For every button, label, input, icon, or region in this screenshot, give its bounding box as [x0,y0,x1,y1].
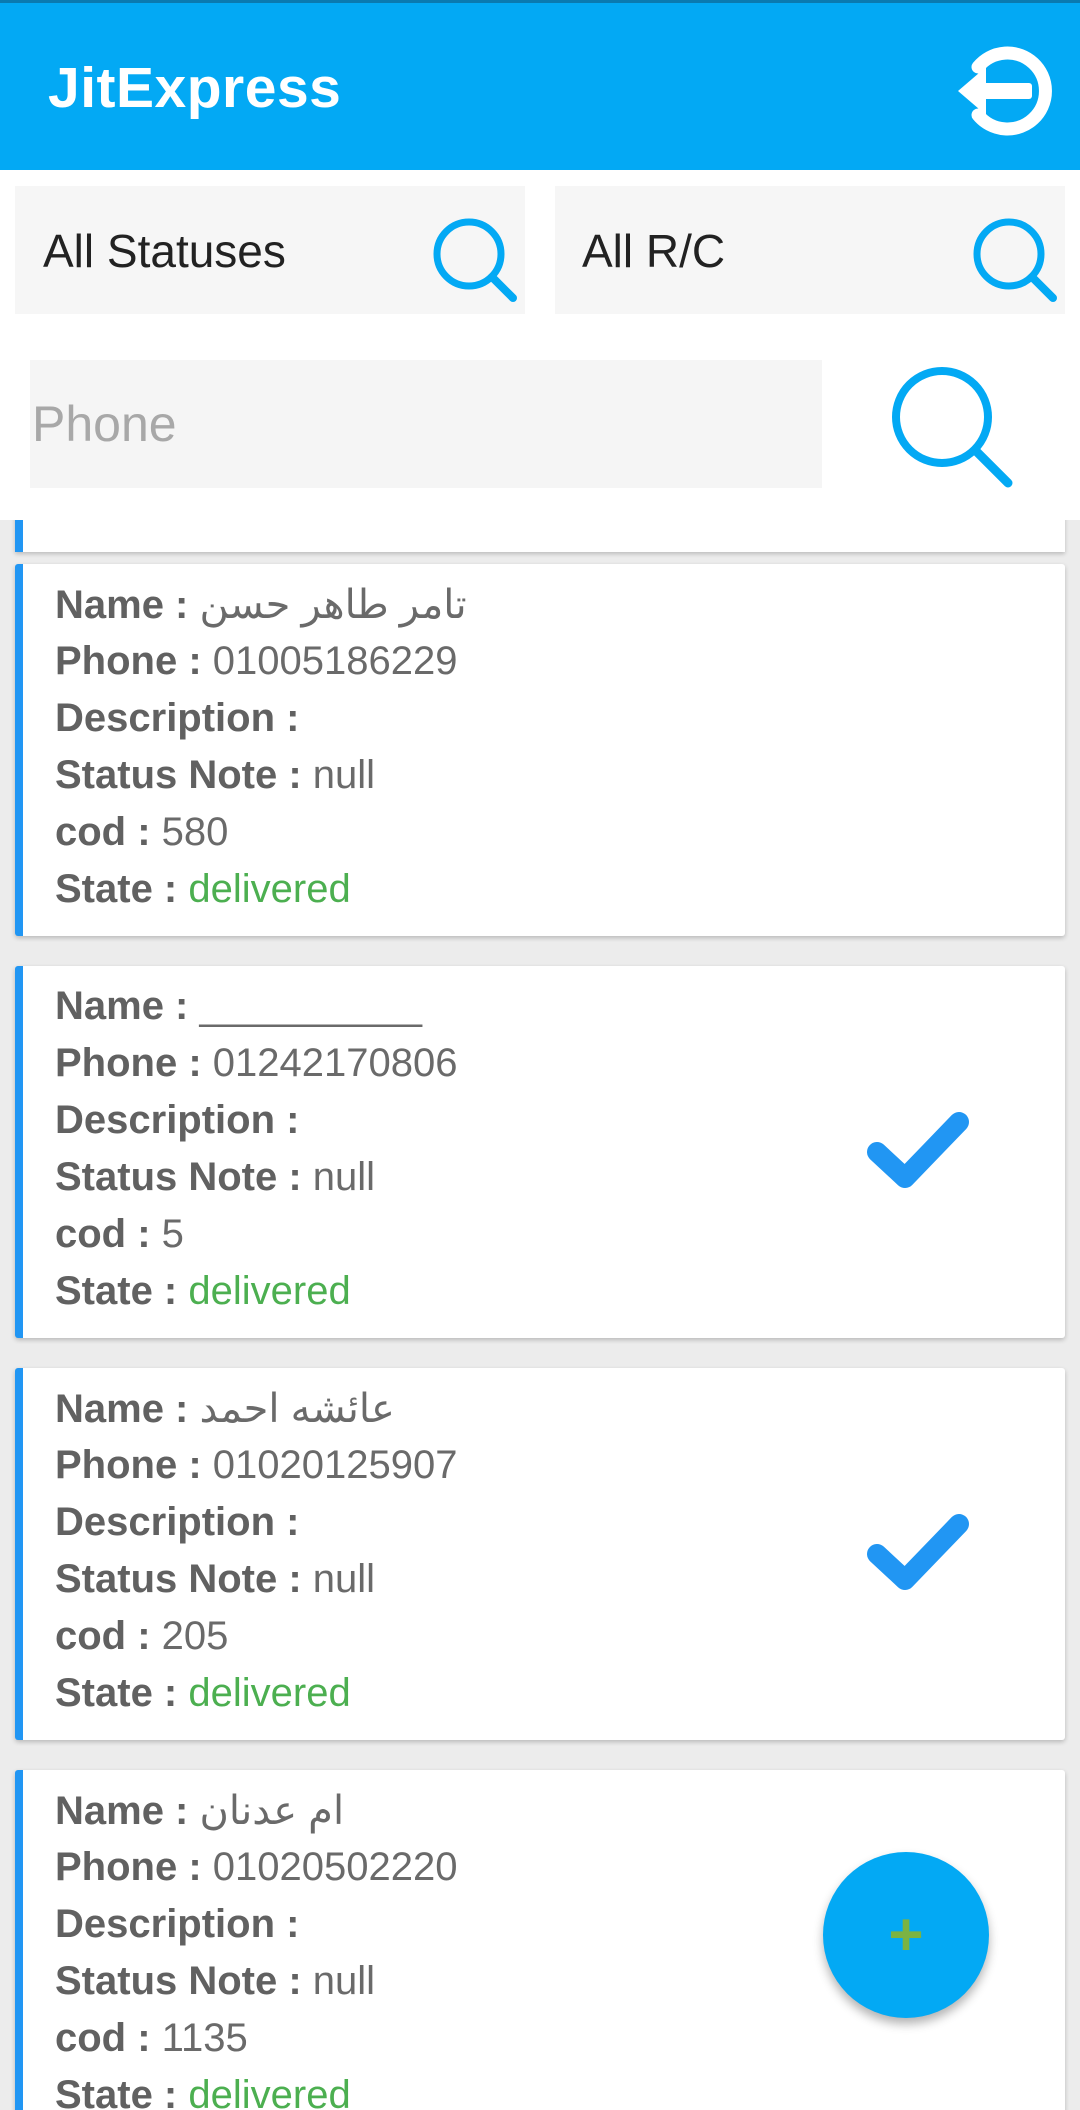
plus-icon: + [888,1901,924,1968]
order-state-row: State : delivered [55,1671,351,1716]
order-cod-row: cod : 580 [55,810,228,855]
status-note-label: Status Note : [55,753,313,797]
order-phone: 01005186229 [212,639,458,683]
check-icon[interactable] [863,1106,973,1196]
name-label: Name : [55,1789,200,1833]
phone-search-input[interactable] [30,360,822,488]
order-status-note: null [312,1959,376,2003]
logout-icon[interactable] [952,41,1052,141]
order-cod-row: cod : 205 [55,1614,228,1659]
order-card[interactable]: Name : تامر طاهر حسن Phone : 01005186229… [15,564,1065,936]
order-name-row: Name : تامر طاهر حسن [55,582,467,628]
cod-label: cod : [55,810,162,854]
phone-label: Phone : [55,639,213,683]
order-status-note: null [312,1557,376,1601]
order-state: delivered [188,2073,351,2110]
order-name: تامر طاهر حسن [199,583,467,627]
order-state-row: State : delivered [55,867,351,912]
order-status-note-row: Status Note : null [55,753,375,798]
filters-panel: All Statuses All R/C [0,170,1080,520]
order-state: delivered [188,1671,351,1715]
status-note-label: Status Note : [55,1959,313,2003]
description-label: Description : [55,696,300,740]
order-state-row: State : delivered [55,2073,351,2110]
order-phone-row: Phone : 01020125907 [55,1443,458,1488]
order-status-note-row: Status Note : null [55,1155,375,1200]
order-name-row: Name : __________ [55,984,422,1029]
search-icon[interactable] [880,355,1020,495]
rc-filter-value: All R/C [582,225,726,277]
order-phone-row: Phone : 01005186229 [55,639,458,684]
order-state: delivered [188,867,351,911]
status-note-label: Status Note : [55,1155,313,1199]
order-phone: 01020502220 [212,1845,458,1889]
status-note-label: Status Note : [55,1557,313,1601]
state-label: State : [55,1269,189,1313]
order-name: عائشه احمد [199,1387,395,1431]
cod-label: cod : [55,1614,162,1658]
order-state: delivered [188,1269,351,1313]
order-description-row: Description : [55,696,299,741]
order-status-note: null [312,753,376,797]
phone-label: Phone : [55,1845,213,1889]
order-status-note-row: Status Note : null [55,1959,375,2004]
order-description-row: Description : [55,1098,299,1143]
order-cod: 5 [161,1212,184,1256]
description-label: Description : [55,1902,300,1946]
state-label: State : [55,867,189,911]
order-phone: 01020125907 [212,1443,458,1487]
order-card[interactable]: Name : عائشه احمد Phone : 01020125907 De… [15,1368,1065,1740]
phone-label: Phone : [55,1041,213,1085]
order-description-row: Description : [55,1902,299,1947]
order-phone-row: Phone : 01020502220 [55,1845,458,1890]
order-status-note-row: Status Note : null [55,1557,375,1602]
search-icon[interactable] [965,210,1061,306]
order-name: ام عدنان [199,1789,345,1833]
order-status-note: null [312,1155,376,1199]
name-label: Name : [55,1387,200,1431]
add-order-button[interactable]: + [823,1852,989,2018]
order-cod-row: cod : 1135 [55,2016,248,2061]
name-label: Name : [55,583,200,627]
rc-filter[interactable]: All R/C [555,186,1065,314]
order-cod-row: cod : 5 [55,1212,184,1257]
name-label: Name : [55,984,200,1028]
cod-label: cod : [55,2016,162,2060]
cod-label: cod : [55,1212,162,1256]
list-item[interactable] [15,520,1065,552]
state-label: State : [55,1671,189,1715]
order-name-row: Name : ام عدنان [55,1788,344,1834]
order-cod: 580 [161,810,229,854]
order-cod: 1135 [161,2016,248,2060]
order-card[interactable]: Name : __________ Phone : 01242170806 De… [15,966,1065,1338]
status-filter-value: All Statuses [43,225,286,277]
order-phone: 01242170806 [212,1041,458,1085]
order-name: __________ [199,984,422,1028]
search-icon[interactable] [425,210,521,306]
app-title: JitExpress [48,56,342,120]
order-state-row: State : delivered [55,1269,351,1314]
order-phone-row: Phone : 01242170806 [55,1041,458,1086]
order-cod: 205 [161,1614,229,1658]
description-label: Description : [55,1500,300,1544]
state-label: State : [55,2073,189,2110]
description-label: Description : [55,1098,300,1142]
app-bar: JitExpress [0,0,1080,170]
order-description-row: Description : [55,1500,299,1545]
status-filter[interactable]: All Statuses [15,186,525,314]
phone-label: Phone : [55,1443,213,1487]
order-name-row: Name : عائشه احمد [55,1386,395,1432]
check-icon[interactable] [863,1508,973,1598]
